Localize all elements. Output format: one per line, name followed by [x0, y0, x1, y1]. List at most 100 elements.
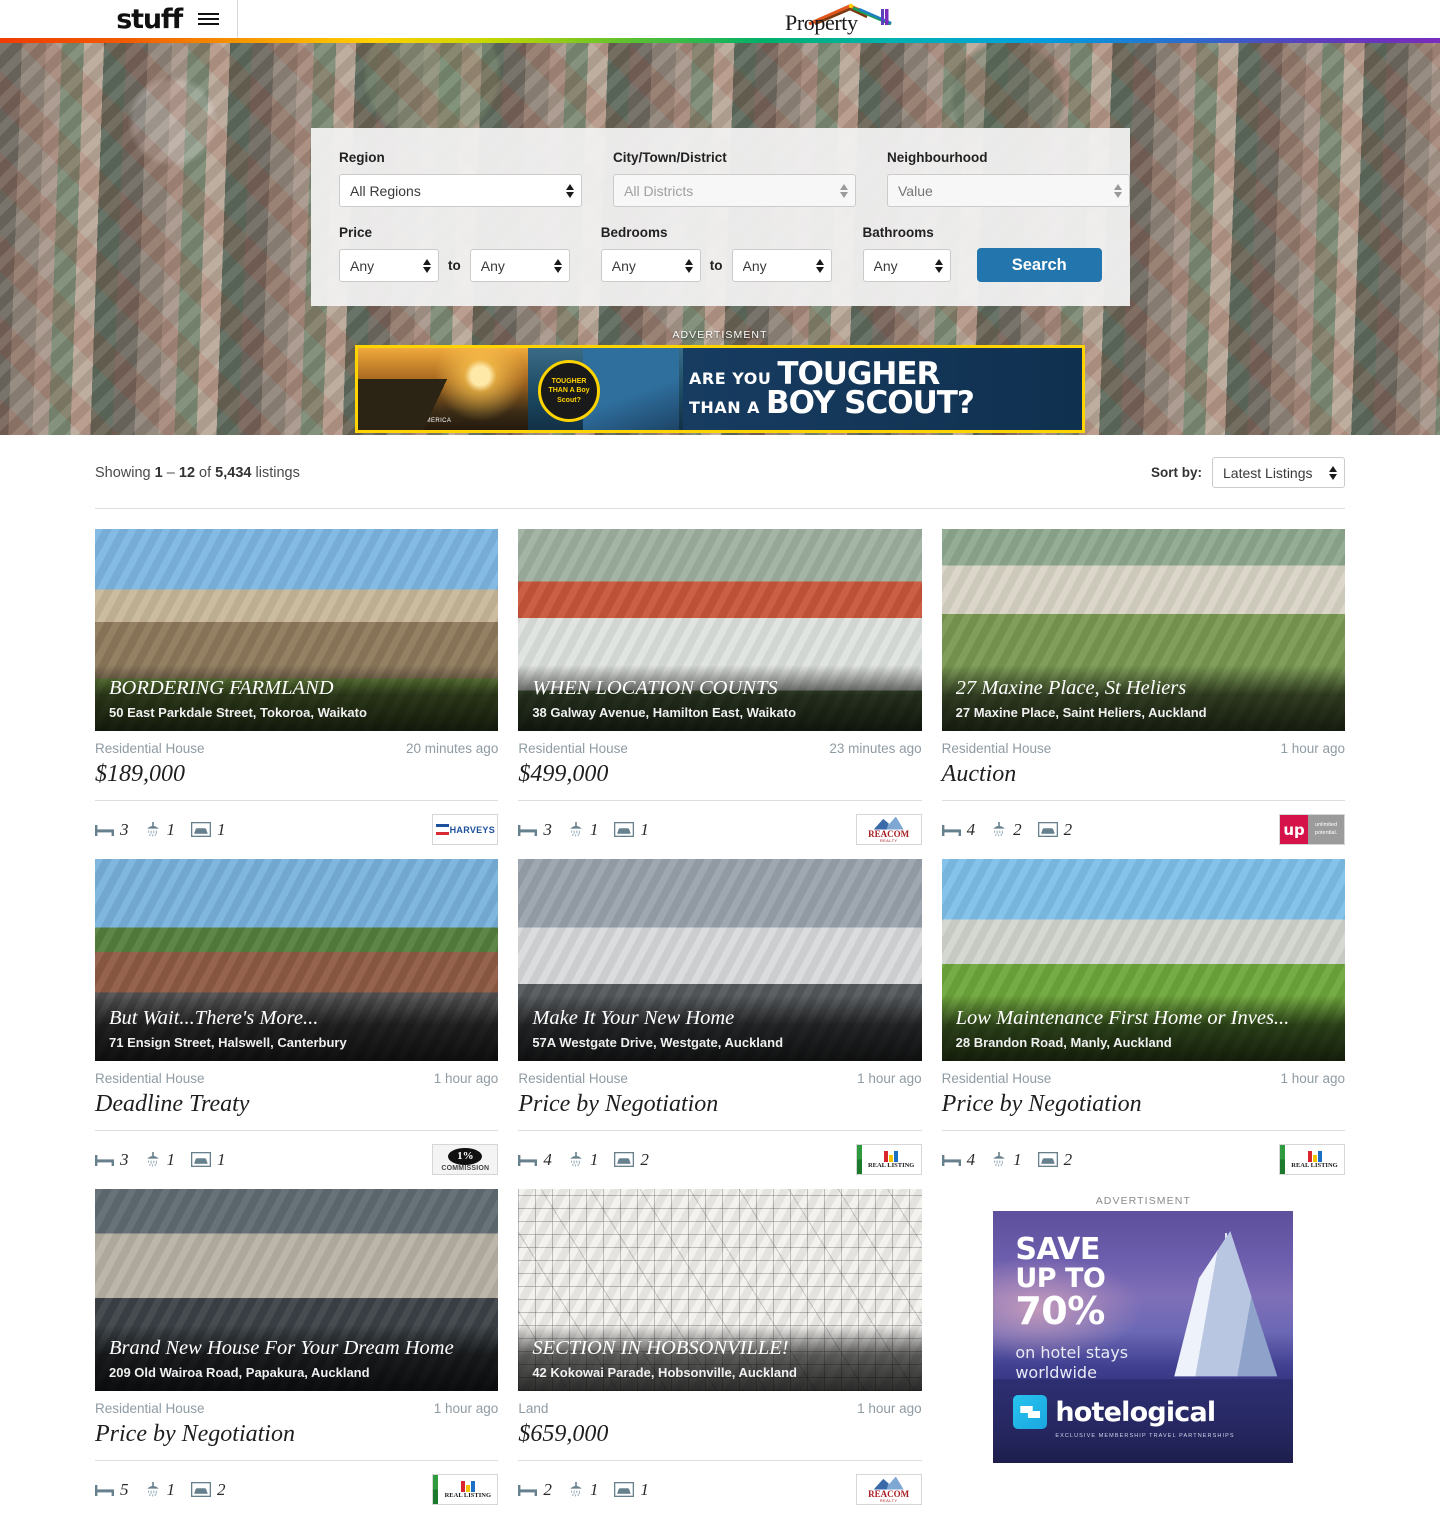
site-header: stuff Property [0, 0, 1440, 38]
listing-footer: 4 2 2 up unlimited potential. [941, 801, 1345, 845]
listing-card[interactable]: Make It Your New Home 57A Westgate Drive… [518, 859, 922, 1189]
sort-select[interactable]: Latest Listings [1212, 457, 1345, 488]
listing-card[interactable]: Brand New House For Your Dream Home 209 … [95, 1189, 499, 1519]
listing-photo-overlay: Make It Your New Home 57A Westgate Drive… [518, 995, 922, 1061]
agency-logo[interactable]: up unlimited potential. [1279, 814, 1345, 845]
parking-feature: 2 [1037, 1150, 1072, 1170]
parking-feature: 1 [614, 1480, 649, 1500]
region-select[interactable]: All Regions [339, 174, 582, 207]
city-label: City/Town/District [613, 150, 727, 165]
up-logo-mark: up [1280, 815, 1309, 844]
parking-feature: 2 [1037, 820, 1072, 840]
bathrooms-count: 1 [589, 1479, 599, 1499]
agency-logo[interactable]: REACOM REALTY [855, 1474, 922, 1505]
listing-photo[interactable]: But Wait...There's More... 71 Ensign Str… [95, 859, 499, 1061]
agency-logo[interactable]: REACOM REALTY [855, 814, 922, 845]
listings-word: listings [255, 464, 300, 481]
property-logo[interactable]: Property [785, 1, 893, 37]
price-min-select[interactable]: Any [339, 249, 439, 282]
listing-meta: Residential House 20 minutes ago [95, 731, 498, 756]
garage-car-icon [614, 1152, 635, 1167]
agency-logo[interactable]: 1% COMMISSION [432, 1144, 499, 1175]
real-listing-logo-text: REAL LISTING [867, 1162, 915, 1169]
listing-footer: 3 1 [95, 801, 499, 845]
listing-photo[interactable]: Make It Your New Home 57A Westgate Drive… [518, 859, 922, 1061]
hamburger-icon[interactable] [196, 10, 221, 28]
bedrooms-count: 3 [120, 1149, 129, 1169]
listing-category: Land [518, 1401, 549, 1416]
listing-photo[interactable]: Low Maintenance First Home or Inves... 2… [941, 859, 1345, 1061]
mrec-subhead: on hotel stays worldwide [1015, 1343, 1128, 1383]
real-listing-logo-text: REAL LISTING [444, 1492, 492, 1499]
bedrooms-count: 2 [543, 1479, 552, 1499]
listing-features: 3 1 1 [518, 820, 649, 840]
ad-photo-archer: TOUGHER THAN A Boy Scout? [528, 348, 683, 430]
search-button[interactable]: Search [976, 248, 1102, 282]
listing-features: 3 1 1 [95, 1150, 226, 1170]
price-max-select[interactable]: Any [469, 249, 570, 282]
mrec-ad-banner[interactable]: SAVE UP TO 70% on hotel stays worldwide … [993, 1211, 1294, 1463]
listing-photo-overlay: Brand New House For Your Dream Home 209 … [95, 1325, 499, 1391]
listing-price: Price by Negotiation [518, 1086, 922, 1131]
stuff-logo[interactable]: stuff [116, 4, 183, 35]
bathrooms-feature: 1 [568, 1150, 598, 1170]
bedrooms-count: 4 [966, 819, 976, 839]
agency-logo[interactable]: REAL LISTING [855, 1144, 922, 1175]
listing-time: 1 hour ago [857, 1071, 922, 1086]
listing-price: Price by Negotiation [941, 1086, 1345, 1131]
ad-photo-hiker: BOY SCOUTS OF AMERICA [358, 348, 528, 430]
bathrooms-select[interactable]: Any [862, 249, 951, 282]
bathrooms-label: Bathrooms [862, 225, 934, 240]
listing-photo[interactable]: WHEN LOCATION COUNTS 38 Galway Avenue, H… [518, 529, 922, 731]
price-label: Price [339, 225, 373, 240]
hotelogical-logo-icon [1013, 1395, 1048, 1429]
listing-price: $499,000 [518, 756, 922, 801]
real-listing-mark-icon [884, 1150, 899, 1162]
neighbourhood-label: Neighbourhood [887, 150, 988, 165]
listing-photo-overlay: But Wait...There's More... 71 Ensign Str… [95, 995, 499, 1061]
bedrooms-feature: 4 [941, 819, 976, 840]
agency-logo[interactable]: REAL LISTING [1279, 1144, 1345, 1175]
results-section: Showing 1 – 12 of 5,434 listings Sort by… [0, 435, 1440, 1519]
listing-address: 57A Westgate Drive, Westgate, Auckland [532, 1035, 784, 1050]
parking-feature: 2 [191, 1480, 226, 1500]
bedrooms-min-select[interactable]: Any [600, 249, 701, 282]
mrec-headline-line1: SAVE [1015, 1232, 1100, 1267]
listing-card[interactable]: SECTION IN HOBSONVILLE! 42 Kokowai Parad… [518, 1189, 922, 1519]
bedrooms-count: 3 [543, 819, 552, 839]
listing-photo[interactable]: BORDERING FARMLAND 50 East Parkdale Stre… [95, 529, 499, 731]
bed-icon [518, 1154, 538, 1166]
listing-photo[interactable]: 27 Maxine Place, St Heliers 27 Maxine Pl… [941, 529, 1345, 731]
results-toolbar: Showing 1 – 12 of 5,434 listings Sort by… [95, 435, 1345, 509]
listing-card[interactable]: But Wait...There's More... 71 Ensign Str… [95, 859, 499, 1189]
bedrooms-max-select[interactable]: Any [731, 249, 832, 282]
listing-card[interactable]: WHEN LOCATION COUNTS 38 Galway Avenue, H… [518, 529, 922, 859]
parking-count: 2 [640, 1149, 649, 1169]
listing-card[interactable]: BORDERING FARMLAND 50 East Parkdale Stre… [95, 529, 499, 859]
shower-icon [993, 821, 1005, 836]
listing-card[interactable]: Low Maintenance First Home or Inves... 2… [941, 859, 1345, 1189]
parking-feature: 2 [614, 1150, 649, 1170]
header-center: Property [238, 0, 1440, 38]
city-select[interactable]: All Districts [613, 174, 856, 207]
shower-icon [570, 821, 582, 836]
mrec-subhead-line1: on hotel stays [1015, 1343, 1129, 1362]
parking-count: 1 [217, 819, 226, 839]
parking-count: 1 [217, 1149, 226, 1169]
listing-card[interactable]: 27 Maxine Place, St Heliers 27 Maxine Pl… [941, 529, 1345, 859]
listing-photo[interactable]: SECTION IN HOBSONVILLE! 42 Kokowai Parad… [518, 1189, 922, 1391]
bedrooms-label: Bedrooms [600, 225, 668, 240]
leaderboard-ad-banner[interactable]: BOY SCOUTS OF AMERICA TOUGHER THAN A Boy… [355, 345, 1085, 433]
bedrooms-count: 4 [966, 1149, 976, 1169]
harveys-bars-icon [435, 824, 449, 835]
reacom-mountain-icon [873, 816, 904, 830]
reacom-logo: REACOM REALTY [868, 816, 909, 843]
agency-logo[interactable]: HARVEYS [432, 814, 499, 845]
listing-photo[interactable]: Brand New House For Your Dream Home 209 … [95, 1189, 499, 1391]
range-start: 1 [154, 464, 163, 481]
listing-address: 27 Maxine Place, Saint Heliers, Auckland [955, 705, 1207, 720]
neighbourhood-input[interactable] [887, 174, 1130, 207]
bathrooms-count: 1 [166, 1149, 176, 1169]
agency-logo[interactable]: REAL LISTING [432, 1474, 499, 1505]
bed-icon [518, 1484, 538, 1496]
